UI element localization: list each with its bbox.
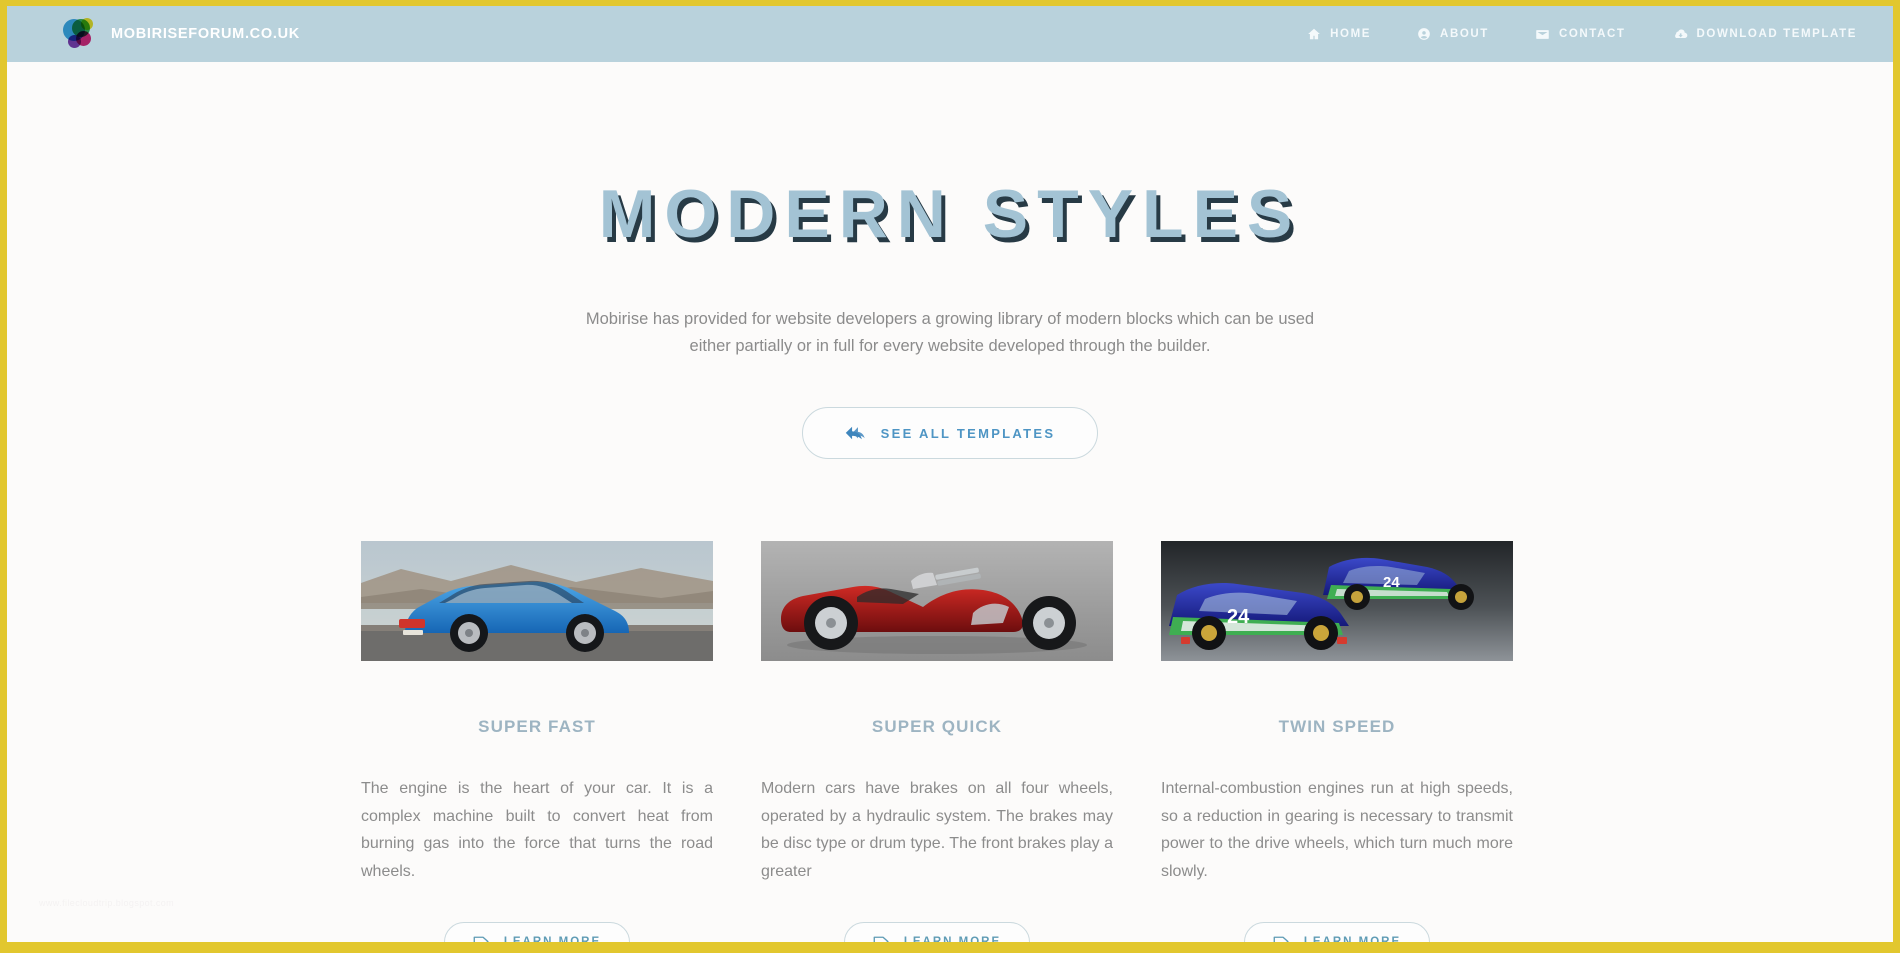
blue-sedan-on-mountain-road-photo — [361, 541, 713, 662]
card-title: SUPER FAST — [478, 717, 596, 737]
nav-item-home[interactable]: HOME — [1307, 27, 1371, 41]
learn-more-button[interactable]: LEARN MORE — [1243, 921, 1431, 943]
learn-more-label: LEARN MORE — [1303, 935, 1402, 943]
hero-subtitle: Mobirise has provided for website develo… — [585, 310, 1315, 355]
blue-green-number-24-race-cars-photo: 24 24 — [1161, 541, 1513, 662]
watermark-text: www.filecloudtrip.blogspot.com — [39, 898, 175, 908]
card-text: Internal-combustion engines run at high … — [1161, 780, 1513, 880]
card-button-row: LEARN MORE — [1161, 921, 1513, 943]
home-icon — [1307, 27, 1321, 41]
page-root: MOBIRISEFORUM.CO.UK HOME ABOUT CONTACT D… — [7, 6, 1893, 942]
feature-cards: SUPER FAST The engine is the heart of yo… — [361, 541, 1539, 942]
navbar: MOBIRISEFORUM.CO.UK HOME ABOUT CONTACT D… — [7, 6, 1893, 62]
nav-item-home-label: HOME — [1330, 28, 1372, 40]
overlapping-circles-logo-icon — [63, 17, 97, 51]
nav-item-contact-label: CONTACT — [1558, 28, 1626, 40]
nav-item-about-label: ABOUT — [1440, 28, 1489, 40]
card-text: The engine is the heart of your car. It … — [361, 780, 713, 880]
reply-all-arrow-icon — [845, 425, 867, 441]
card-button-row: LEARN MORE — [761, 921, 1113, 943]
feature-card: SUPER QUICK Modern cars have brakes on a… — [761, 541, 1113, 942]
nav-item-about[interactable]: ABOUT — [1417, 27, 1489, 41]
learn-more-label: LEARN MORE — [903, 935, 1002, 943]
hero-section: MODERN STYLES Mobirise has provided for … — [7, 62, 1893, 460]
svg-text:24: 24 — [1383, 574, 1400, 591]
learn-more-label: LEARN MORE — [503, 935, 602, 943]
cloud-download-icon — [1672, 26, 1688, 42]
feature-card: SUPER FAST The engine is the heart of yo… — [361, 541, 713, 942]
card-text: Modern cars have brakes on all four whee… — [761, 780, 1113, 880]
nav-item-download-template[interactable]: DOWNLOAD TEMPLATE — [1672, 26, 1858, 42]
card-title: TWIN SPEED — [1278, 717, 1396, 737]
feature-card: 24 24 TWIN SPEED Internal-combustion eng… — [1161, 541, 1513, 942]
nav-links: HOME ABOUT CONTACT DOWNLOAD TEMPLATE — [1307, 26, 1857, 42]
learn-more-button[interactable]: LEARN MORE — [843, 921, 1031, 943]
nav-item-download-template-label: DOWNLOAD TEMPLATE — [1696, 28, 1857, 40]
tag-outline-icon — [473, 934, 490, 942]
envelope-icon — [1535, 27, 1550, 42]
page-title: MODERN STYLES — [598, 176, 1302, 252]
user-circle-icon — [1417, 27, 1431, 41]
card-title: SUPER QUICK — [871, 717, 1003, 737]
tag-outline-icon — [873, 934, 890, 942]
brand-name: MOBIRISEFORUM.CO.UK — [111, 26, 300, 42]
red-three-wheel-roadster-photo — [761, 541, 1113, 662]
see-all-templates-label: SEE ALL TEMPLATES — [880, 425, 1056, 441]
nav-item-contact[interactable]: CONTACT — [1535, 27, 1626, 42]
see-all-templates-button[interactable]: SEE ALL TEMPLATES — [801, 407, 1099, 460]
card-button-row: LEARN MORE — [361, 921, 713, 943]
learn-more-button[interactable]: LEARN MORE — [443, 921, 631, 943]
hero-cta-row: SEE ALL TEMPLATES — [7, 407, 1893, 460]
svg-text:24: 24 — [1227, 606, 1250, 628]
brand-logo-link[interactable]: MOBIRISEFORUM.CO.UK — [63, 17, 300, 51]
tag-outline-icon — [1273, 934, 1290, 942]
